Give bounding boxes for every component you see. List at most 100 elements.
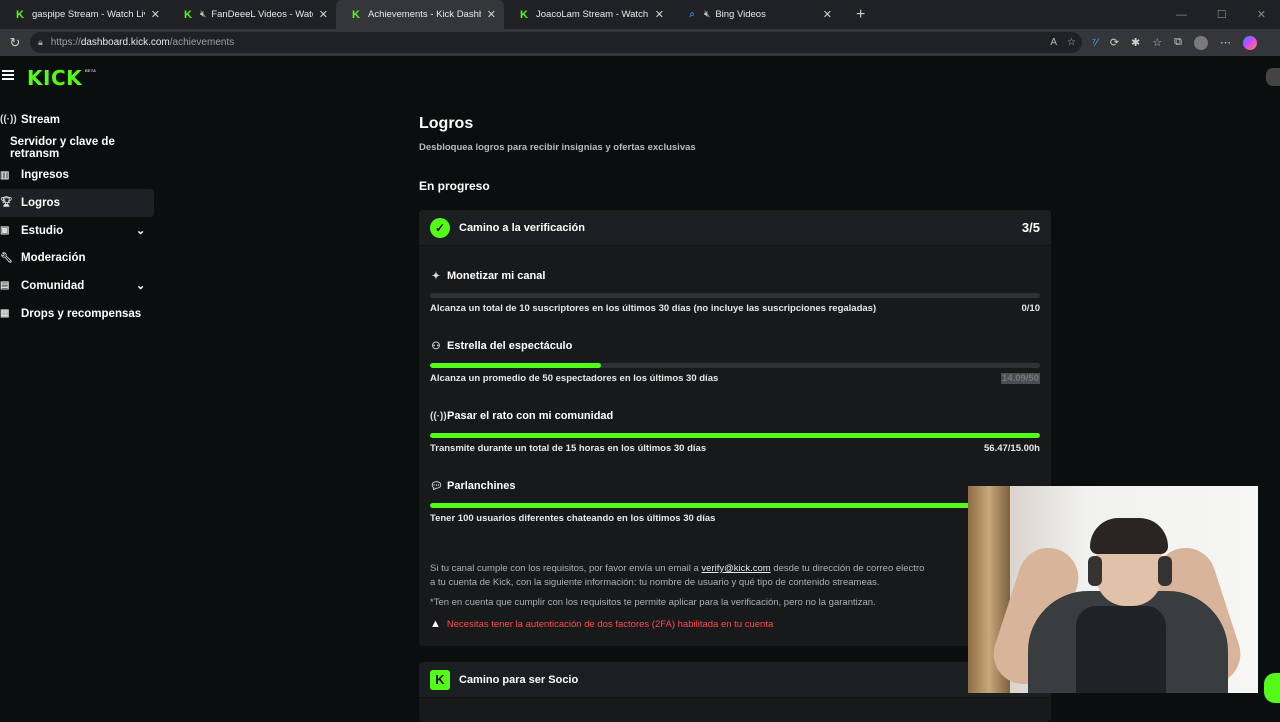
sidebar-item-label: Stream [21, 113, 60, 126]
close-tab-icon[interactable]: ✕ [151, 8, 160, 21]
card-header[interactable]: ✓ Camino a la verificación 3/5 [419, 210, 1051, 246]
minimize-icon[interactable]: — [1176, 9, 1187, 21]
top-navigation: KICK BETA [0, 56, 1280, 98]
extensions-puzzle-icon[interactable]: ✱ [1131, 36, 1140, 49]
favorite-star-icon[interactable]: ☆ [1067, 37, 1076, 48]
new-tab-icon[interactable]: + [856, 6, 865, 24]
url-scheme: https:// [50, 37, 81, 48]
close-tab-icon[interactable]: ✕ [823, 8, 832, 21]
browser-tab-4[interactable]: K JoacoLam Stream - Watch Live on ✕ [504, 0, 672, 29]
sidebar-item-logros[interactable]: 🏆︎ Logros [0, 189, 154, 217]
lock-icon[interactable]: 🔒︎ [38, 37, 43, 48]
task-description: Alcanza un total de 10 suscriptores en l… [430, 303, 877, 314]
sidebar-item-ingresos[interactable]: ▥ Ingresos [0, 161, 160, 189]
warning-triangle-icon: ▲ [430, 618, 441, 630]
card-title: Camino para ser Socio [459, 673, 579, 686]
page-subtitle: Desbloquea logros para recibir insignias… [419, 142, 696, 153]
extension-icon[interactable]: ⁷⁄ [1092, 37, 1098, 49]
sidebar-item-label: Estudio [21, 224, 64, 237]
task-estrella: ⚇ Estrella del espectáculo Alcanza un pro… [430, 339, 1040, 384]
kick-favicon-icon: K [520, 8, 528, 21]
muted-speaker-icon[interactable]: 🔇︎ [200, 9, 206, 20]
reload-icon[interactable]: ↻ [0, 35, 30, 51]
sidebar-item-comunidad[interactable]: ▤ Comunidad ⌄ [0, 272, 160, 300]
user-menu-avatar[interactable] [1266, 68, 1280, 86]
copilot-icon[interactable] [1243, 35, 1257, 50]
warning-text: Necesitas tener la autenticación de dos … [446, 618, 774, 630]
verified-badge-icon: ✓ [430, 217, 450, 238]
broadcast-icon: ((·)) [0, 114, 17, 126]
task-title: Pasar el rato con mi comunidad [447, 410, 614, 422]
sidebar-item-drops[interactable]: ▦ Drops y recompensas [0, 300, 160, 328]
maximize-icon[interactable]: ☐ [1217, 8, 1227, 21]
tab-title: FanDeeeL Videos - Watch On [211, 9, 312, 20]
browser-toolbar: ⁷⁄ ⟳ ✱ ☆ ⧉ ⋯ [1092, 35, 1257, 50]
task-title: Parlanchines [447, 480, 516, 492]
url-field[interactable]: 🔒︎ https://dashboard.kick.com/achievemen… [30, 32, 1082, 53]
collections-icon[interactable]: ⧉ [1174, 36, 1182, 49]
read-aloud-icon[interactable]: A [1050, 37, 1057, 48]
broadcast-icon: ((·)) [430, 410, 447, 422]
task-title: Monetizar mi canal [447, 270, 546, 282]
webcam-overlay [968, 486, 1258, 693]
refresh-extension-icon[interactable]: ⟳ [1110, 36, 1119, 49]
task-title: Estrella del espectáculo [447, 340, 573, 352]
progress-bar [430, 433, 1040, 438]
sidebar: ((·)) Stream Servidor y clave de retrans… [0, 106, 160, 328]
window-controls: — ☐ ✕ [1176, 0, 1280, 29]
kick-logo[interactable]: KICK [27, 66, 82, 90]
sidebar-item-label: Servidor y clave de retransm [10, 135, 115, 160]
kick-favicon-icon: K [16, 8, 24, 21]
progress-fill [430, 433, 1040, 438]
sidebar-item-estudio[interactable]: ▣ Estudio ⌄ [0, 217, 160, 245]
chart-icon: ▥ [0, 169, 10, 181]
community-icon: ▤ [0, 280, 10, 292]
close-tab-icon[interactable]: ✕ [655, 8, 664, 21]
progress-bar [430, 503, 1040, 508]
sidebar-item-moderacion[interactable]: 🔧︎ Moderación [0, 244, 160, 272]
kick-badge-icon: K [430, 669, 450, 690]
card-header[interactable]: K Camino para ser Socio [419, 662, 1051, 698]
task-parlanchines: 💬︎ Parlanchines Tener 100 usuarios difere… [430, 479, 1040, 524]
task-value: 56.47/15.00h [984, 443, 1040, 454]
achievement-card-partner: K Camino para ser Socio [419, 662, 1051, 722]
close-tab-icon[interactable]: ✕ [487, 8, 496, 21]
muted-speaker-icon[interactable]: 🔇︎ [704, 9, 710, 20]
task-monetizar: ✦ Monetizar mi canal Alcanza un total de … [430, 269, 1040, 314]
sidebar-item-label: Ingresos [21, 169, 69, 182]
sidebar-item-stream[interactable]: ((·)) Stream [0, 106, 160, 134]
verification-note-line1: Si tu canal cumple con los requisitos, p… [430, 563, 924, 574]
browser-tab-3[interactable]: K Achievements - Kick Dashboard ✕ [336, 0, 504, 29]
note-text: desde tu dirección de correo electro [773, 563, 925, 574]
sidebar-item-server-key[interactable]: Servidor y clave de retransm [0, 134, 160, 162]
window-close-icon[interactable]: ✕ [1257, 8, 1266, 21]
sidebar-item-label: Logros [21, 196, 60, 209]
browser-tab-1[interactable]: K gaspipe Stream - Watch Live on K ✕ [0, 0, 168, 29]
more-menu-icon[interactable]: ⋯ [1220, 36, 1231, 49]
logo-beta-tag: BETA [85, 68, 96, 73]
favorites-icon[interactable]: ☆ [1152, 36, 1162, 49]
tab-title: gaspipe Stream - Watch Live on K [32, 9, 145, 20]
floating-chat-button[interactable] [1264, 673, 1280, 703]
browser-tab-bar: K gaspipe Stream - Watch Live on K ✕ K 🔇… [0, 0, 1280, 29]
page-title: Logros [419, 115, 474, 132]
chevron-down-icon[interactable]: ⌄ [136, 224, 145, 237]
verify-email-link[interactable]: verify@kick.com [701, 563, 770, 574]
task-description: Alcanza un promedio de 50 espectadores e… [430, 373, 719, 384]
hamburger-menu-icon[interactable] [2, 70, 14, 80]
card-progress-count: 3/5 [1021, 220, 1040, 235]
task-value: 0/10 [1021, 303, 1041, 314]
profile-avatar-icon[interactable] [1194, 35, 1208, 50]
verification-note-line3: *Ten en cuenta que cumplir con los requi… [430, 597, 876, 608]
close-tab-icon[interactable]: ✕ [319, 8, 328, 21]
two-factor-warning: ▲ Necesitas tener la autenticación de do… [430, 618, 773, 630]
chevron-down-icon[interactable]: ⌄ [136, 279, 145, 292]
sidebar-item-label: Moderación [21, 252, 86, 265]
browser-tab-2[interactable]: K 🔇︎ FanDeeeL Videos - Watch On ✕ [168, 0, 336, 29]
browser-tab-5[interactable]: ⌕ 🔇︎ Bing Videos ✕ [672, 0, 840, 29]
sparkle-icon: ✦ [431, 270, 441, 282]
tab-title: Achievements - Kick Dashboard [368, 9, 481, 20]
search-favicon-icon: ⌕ [689, 9, 695, 20]
url-host: dashboard.kick.com [80, 37, 170, 48]
note-text: Si tu canal cumple con los requisitos, p… [430, 563, 699, 574]
